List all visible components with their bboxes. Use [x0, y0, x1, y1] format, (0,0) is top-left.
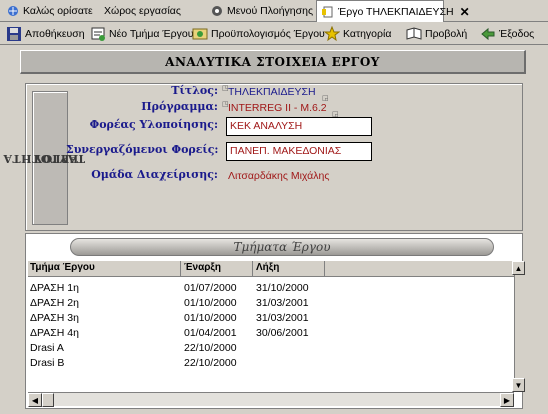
part-start: 01/04/2001 [184, 327, 237, 339]
scrollbar-thumb[interactable] [42, 393, 54, 407]
partners-field[interactable]: ΠΑΝΕΠ. ΜΑΚΕΔΟΝΙΑΣ [226, 142, 372, 161]
team-value[interactable]: Λιτσαρδάκης Μιχάλης [228, 170, 329, 182]
column-divider[interactable] [252, 261, 253, 277]
table-row[interactable]: ΔΡΑΣΗ 4η 01/04/2001 30/06/2001 [28, 327, 514, 341]
page-title: ΑΝΑΛΥΤΙΚΑ ΣΤΟΙΧΕΙΑ ΕΡΓΟΥ [20, 50, 526, 74]
column-header-start[interactable]: Έναρξη [184, 262, 221, 273]
program-label: Πρόγραμμα: [141, 100, 218, 113]
table-row[interactable]: ΔΡΑΣΗ 3η 01/10/2000 31/03/2001 [28, 312, 514, 326]
column-header-part[interactable]: Τμήμα Έργου [30, 262, 95, 273]
category-icon [323, 25, 341, 42]
category-label: Κατηγορία [343, 28, 392, 40]
tab-workspace-label: Χώρος εργασίας [104, 5, 181, 17]
tab-bar: Καλώς ορίσατε Χώρος εργασίας Μενού Πλοήγ… [0, 0, 548, 22]
part-start: 22/10/2000 [184, 342, 237, 354]
tab-navigation[interactable]: Μενού Πλοήγησης [206, 1, 314, 21]
new-part-button[interactable]: Νέο Τμήμα Έργου [90, 25, 193, 43]
budget-icon [192, 26, 208, 42]
part-end: 31/03/2001 [256, 312, 309, 324]
part-name: Drasi B [30, 357, 65, 369]
tab-project-label: Έργο ΤΗΛΕΚΠΑΙΔΕΥΣΗ [338, 5, 454, 18]
view-icon [406, 26, 422, 42]
save-label: Αποθήκευση [25, 28, 85, 40]
title-value[interactable]: ΤΗΛΕΚΠΑΙΔΕΥΣΗ [228, 86, 316, 98]
horizontal-scrollbar[interactable]: ◀ ▶ [28, 392, 514, 407]
close-icon[interactable]: ✕ [460, 5, 470, 19]
agency-label: Φορέας Υλοποίησης: [89, 118, 218, 131]
part-start: 01/07/2000 [184, 282, 237, 294]
tab-welcome-label: Καλώς ορίσατε [23, 5, 93, 17]
new-part-label: Νέο Τμήμα Έργου [109, 28, 194, 40]
table-row[interactable]: Drasi B 22/10/2000 [28, 357, 514, 371]
identity-panel: ΤΑΥΤΟΤΗΤΑ ΕΡΓΟΥ Τίτλος: ◳ ΤΗΛΕΚΠΑΙΔΕΥΣΗ … [3, 83, 523, 231]
parts-section-title: Τμήματα Έργου [70, 238, 494, 256]
column-divider[interactable] [324, 261, 325, 277]
identity-side-label: ΤΑΥΤΟΤΗΤΑ ΕΡΓΟΥ [3, 91, 85, 225]
save-icon [6, 26, 22, 42]
team-label: Ομάδα Διαχείρισης: [91, 168, 218, 181]
part-start: 22/10/2000 [184, 357, 237, 369]
part-end: 30/06/2001 [256, 327, 309, 339]
program-value[interactable]: INTERREG II - M.6.2 [228, 102, 327, 114]
part-name: ΔΡΑΣΗ 4η [30, 327, 79, 339]
column-header-end[interactable]: Λήξη [256, 262, 279, 273]
part-name: ΔΡΑΣΗ 3η [30, 312, 79, 324]
table-row[interactable]: ΔΡΑΣΗ 1η 01/07/2000 31/10/2000 [28, 282, 514, 296]
scroll-up-icon[interactable]: ▲ [512, 261, 525, 275]
part-start: 01/10/2000 [184, 297, 237, 309]
exit-button[interactable]: Έξοδος [480, 25, 534, 43]
agency-field[interactable]: ΚΕΚ ΑΝΑΛΥΣΗ [226, 117, 372, 136]
budget-label: Προϋπολογισμός Έργου [211, 28, 325, 40]
link-icon: ◲ [322, 95, 329, 102]
budget-button[interactable]: Προϋπολογισμός Έργου [192, 25, 325, 43]
document-icon [321, 5, 335, 19]
part-name: Drasi A [30, 342, 64, 354]
category-button[interactable]: Κατηγορία [323, 25, 392, 43]
welcome-icon [6, 4, 20, 18]
scroll-down-icon[interactable]: ▼ [512, 378, 525, 392]
part-name: ΔΡΑΣΗ 2η [30, 297, 79, 309]
table-row[interactable]: ΔΡΑΣΗ 2η 01/10/2000 31/03/2001 [28, 297, 514, 311]
column-divider[interactable] [180, 261, 181, 277]
tab-welcome[interactable]: Καλώς ορίσατε [2, 1, 93, 21]
exit-label: Έξοδος [499, 28, 535, 40]
parts-panel: Τμήματα Έργου Τμήμα Έργου Έναρξη Λήξη ΔΡ… [25, 233, 525, 409]
vertical-scrollbar[interactable]: ▲ ▼ [512, 261, 525, 392]
tab-project[interactable]: Έργο ΤΗΛΕΚΠΑΙΔΕΥΣΗ ✕ [316, 0, 470, 22]
part-start: 01/10/2000 [184, 312, 237, 324]
part-end: 31/10/2000 [256, 282, 309, 294]
parts-table-header: Τμήμα Έργου Έναρξη Λήξη [28, 261, 514, 277]
save-button[interactable]: Αποθήκευση [6, 25, 85, 43]
exit-icon [480, 26, 496, 42]
title-label: Τίτλος: [171, 84, 218, 97]
project-details-pane: ΑΝΑΛΥΤΙΚΑ ΣΤΟΙΧΕΙΑ ΕΡΓΟΥ ΤΑΥΤΟΤΗΤΑ ΕΡΓΟΥ… [3, 46, 540, 414]
table-row[interactable]: Drasi A 22/10/2000 [28, 342, 514, 356]
view-button[interactable]: Προβολή [406, 25, 467, 43]
part-end: 31/03/2001 [256, 297, 309, 309]
part-name: ΔΡΑΣΗ 1η [30, 282, 79, 294]
view-label: Προβολή [425, 28, 468, 40]
scroll-right-icon[interactable]: ▶ [500, 393, 514, 407]
toolbar: Αποθήκευση Νέο Τμήμα Έργου Προϋπολογισμό… [0, 23, 548, 45]
scroll-left-icon[interactable]: ◀ [28, 393, 42, 407]
navigation-icon [210, 4, 224, 18]
tab-workspace[interactable]: Χώρος εργασίας [100, 1, 200, 21]
new-part-icon [90, 26, 106, 42]
partners-label: Συνεργαζόμενοι Φορείς: [66, 143, 219, 156]
tab-navigation-label: Μενού Πλοήγησης [227, 5, 313, 17]
